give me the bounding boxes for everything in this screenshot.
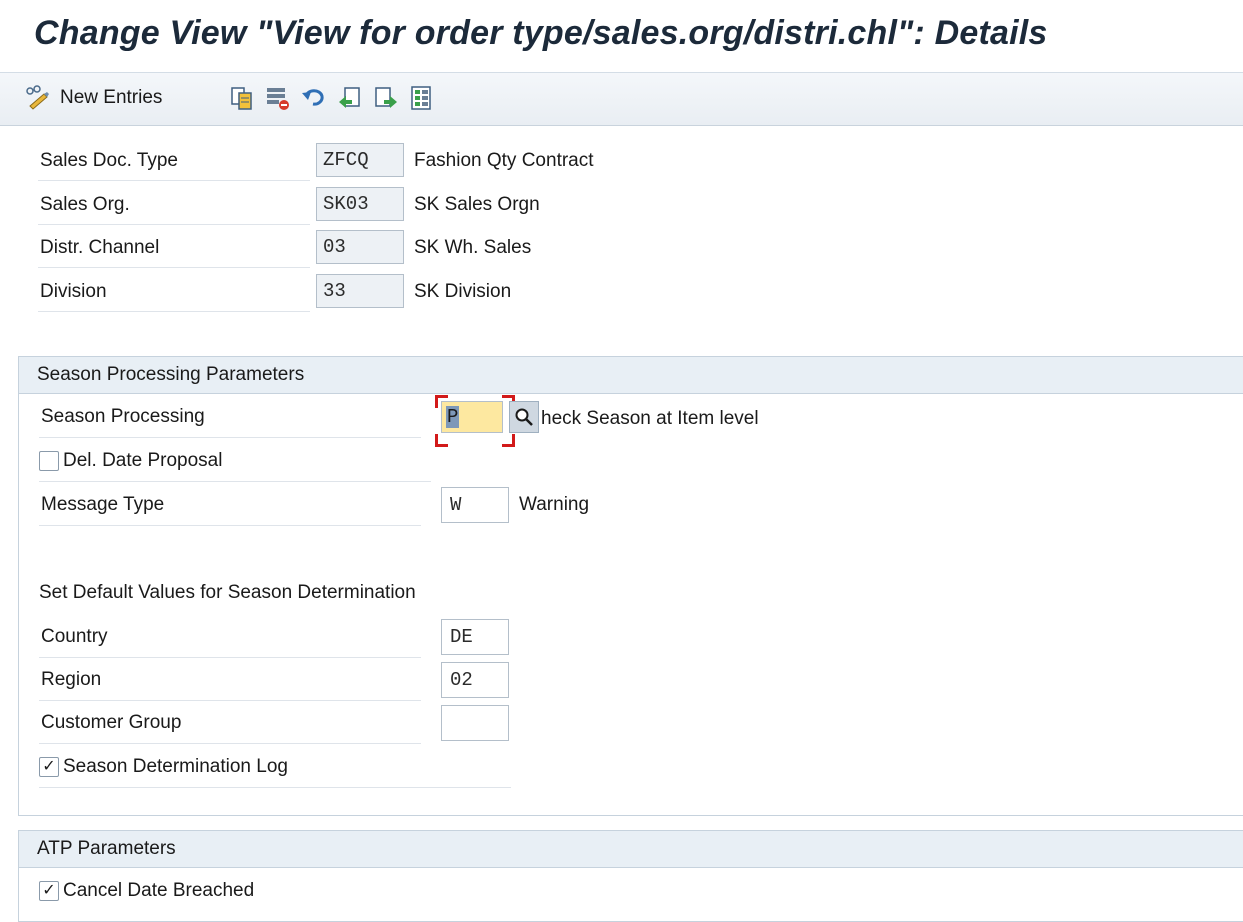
new-entries-label: New Entries bbox=[60, 87, 163, 108]
sales-org-field[interactable]: SK03 bbox=[316, 187, 404, 221]
details-area: Sales Doc. Type ZFCQ Fashion Qty Contrac… bbox=[0, 126, 1243, 922]
new-entries-icon bbox=[26, 85, 49, 110]
checkmark-icon: ✓ bbox=[42, 882, 56, 899]
undo-button[interactable] bbox=[300, 83, 328, 113]
del-date-proposal-checkbox[interactable] bbox=[39, 451, 59, 471]
season-determination-log-label: Season Determination Log bbox=[63, 756, 288, 777]
cancel-date-breached-row: ✓ Cancel Date Breached bbox=[39, 871, 511, 911]
checkmark-icon: ✓ bbox=[42, 758, 56, 775]
region-field[interactable]: 02 bbox=[441, 662, 509, 698]
select-all-icon bbox=[411, 86, 431, 110]
del-date-proposal-row: Del. Date Proposal bbox=[39, 441, 431, 482]
message-type-desc: Warning bbox=[519, 494, 590, 515]
application-toolbar: New Entries bbox=[0, 73, 1243, 126]
copy-icon bbox=[231, 87, 252, 110]
division-label: Division bbox=[38, 273, 310, 312]
defaults-heading: Set Default Values for Season Determinat… bbox=[39, 582, 416, 603]
sales-doc-type-field[interactable]: ZFCQ bbox=[316, 143, 404, 177]
delete-button[interactable] bbox=[264, 83, 292, 113]
undo-icon bbox=[302, 89, 324, 106]
season-processing-label: Season Processing bbox=[39, 397, 421, 438]
season-processing-desc: heck Season at Item level bbox=[541, 408, 759, 429]
value-help-button[interactable] bbox=[509, 401, 539, 433]
sales-doc-type-label: Sales Doc. Type bbox=[38, 142, 310, 181]
distr-channel-field[interactable]: 03 bbox=[316, 230, 404, 264]
message-type-field[interactable]: W bbox=[441, 487, 509, 523]
season-processing-focus-frame: P bbox=[435, 395, 515, 447]
cancel-date-breached-checkbox[interactable]: ✓ bbox=[39, 881, 59, 901]
customer-group-label: Customer Group bbox=[39, 703, 421, 744]
distr-channel-label: Distr. Channel bbox=[38, 229, 310, 268]
previous-entry-icon bbox=[339, 87, 360, 108]
atp-parameters-group: ATP Parameters ✓ Cancel Date Breached bbox=[18, 830, 1243, 922]
season-processing-group: Season Processing Parameters Season Proc… bbox=[18, 356, 1243, 816]
atp-group-header: ATP Parameters bbox=[19, 831, 1243, 868]
new-entries-button[interactable]: New Entries bbox=[24, 83, 162, 113]
country-field[interactable]: DE bbox=[441, 619, 509, 655]
distr-channel-desc: SK Wh. Sales bbox=[414, 237, 532, 258]
sales-org-desc: SK Sales Orgn bbox=[414, 194, 540, 215]
country-label: Country bbox=[39, 617, 421, 658]
season-group-header: Season Processing Parameters bbox=[19, 357, 1243, 394]
sales-org-label: Sales Org. bbox=[38, 186, 310, 225]
division-desc: SK Division bbox=[414, 281, 512, 302]
message-type-label: Message Type bbox=[39, 485, 421, 526]
season-determination-log-checkbox[interactable]: ✓ bbox=[39, 757, 59, 777]
delete-icon bbox=[267, 88, 289, 110]
region-label: Region bbox=[39, 660, 421, 701]
previous-entry-button[interactable] bbox=[336, 83, 364, 113]
page-title: Change View "View for order type/sales.o… bbox=[34, 14, 1048, 52]
select-all-button[interactable] bbox=[408, 83, 436, 113]
copy-as-button[interactable] bbox=[228, 83, 256, 113]
season-determination-log-row: ✓ Season Determination Log bbox=[39, 747, 511, 788]
cancel-date-breached-label: Cancel Date Breached bbox=[63, 880, 255, 901]
sales-doc-type-desc: Fashion Qty Contract bbox=[414, 150, 594, 171]
search-icon bbox=[515, 408, 533, 426]
division-field[interactable]: 33 bbox=[316, 274, 404, 308]
season-processing-field[interactable]: P bbox=[441, 401, 503, 433]
next-entry-button[interactable] bbox=[372, 83, 400, 113]
del-date-proposal-label: Del. Date Proposal bbox=[63, 450, 223, 471]
next-entry-icon bbox=[375, 87, 397, 108]
title-bar: Change View "View for order type/sales.o… bbox=[0, 0, 1243, 73]
customer-group-field[interactable] bbox=[441, 705, 509, 741]
